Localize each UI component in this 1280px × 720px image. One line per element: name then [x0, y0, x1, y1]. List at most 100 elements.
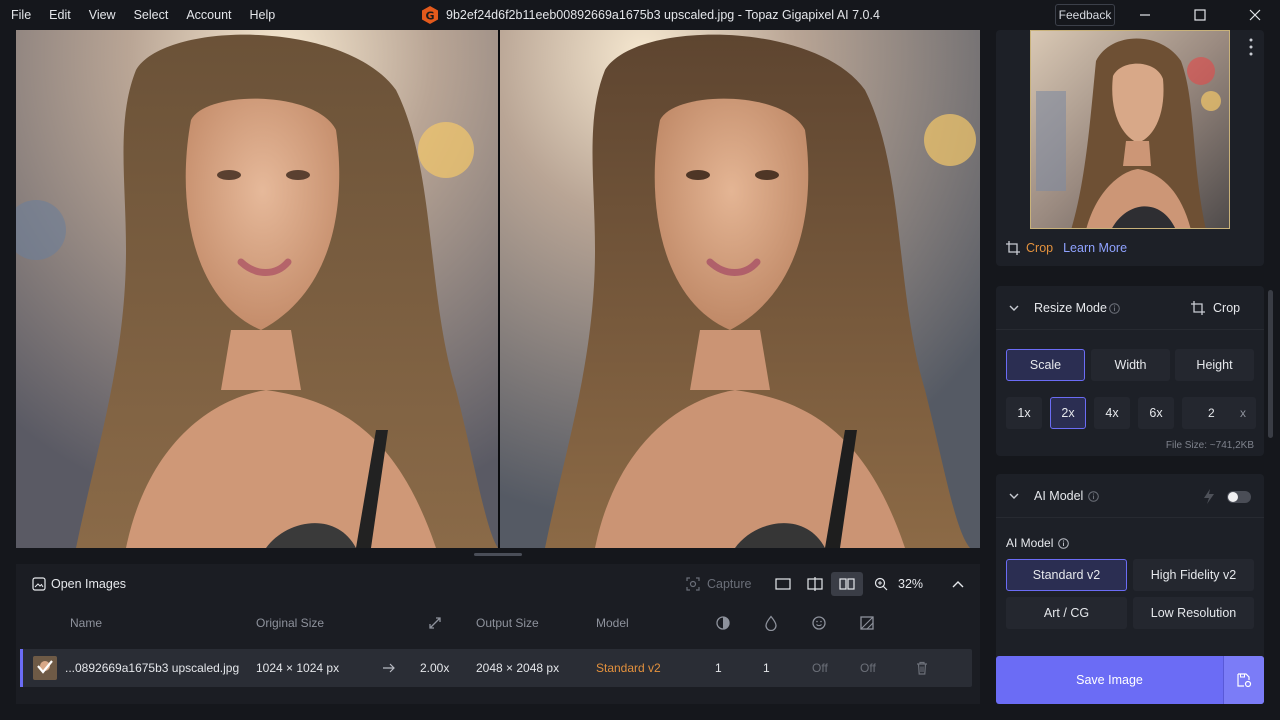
chevron-down-icon[interactable]: [1008, 302, 1020, 314]
original-preview[interactable]: [16, 30, 498, 548]
row-color-correction-value: Off: [860, 661, 876, 675]
collapse-panel-button[interactable]: [946, 572, 970, 596]
row-scale[interactable]: 2.00x: [420, 649, 449, 687]
resize-crop-button[interactable]: Crop: [1191, 298, 1240, 318]
capture-icon: [686, 577, 700, 591]
export-settings-button[interactable]: [1223, 656, 1264, 704]
settings-scrollbar[interactable]: [1268, 290, 1273, 438]
navigator-card: Crop Learn More: [996, 30, 1264, 266]
app-logo-letter: G: [425, 10, 434, 23]
panel-resize-handle[interactable]: [474, 553, 522, 556]
row-thumbnail-image: [33, 656, 57, 680]
capture-button[interactable]: Capture: [686, 572, 751, 596]
minimize-button[interactable]: [1130, 0, 1160, 30]
maximize-icon: [1194, 9, 1206, 21]
side-by-side-icon: [839, 578, 855, 590]
menu-account[interactable]: Account: [177, 0, 240, 30]
row-original-size: 1024 × 1024 px: [256, 661, 340, 675]
export-settings-icon: [1237, 673, 1252, 688]
ai-model-label-row: AI Model: [1006, 536, 1070, 550]
scale-4x-button[interactable]: 4x: [1094, 397, 1130, 429]
window-title: G 9b2ef24d6f2b11eeb00892669a1675b3 upsca…: [420, 0, 880, 30]
row-face-recovery-value: Off: [812, 661, 828, 675]
menu-view[interactable]: View: [80, 0, 125, 30]
ai-model-title: AI Model: [1034, 489, 1084, 503]
feedback-button[interactable]: Feedback: [1055, 4, 1115, 26]
minimize-icon: [1140, 14, 1150, 16]
resize-mode-title: Resize Mode: [1034, 301, 1107, 315]
menu-edit[interactable]: Edit: [40, 0, 80, 30]
face-recovery-icon: [812, 616, 826, 630]
header-model[interactable]: Model: [596, 608, 629, 638]
crop-icon: [1191, 301, 1205, 315]
upscaled-preview[interactable]: [500, 30, 980, 548]
zoom-control[interactable]: 32%: [874, 572, 923, 596]
close-icon: [1249, 9, 1261, 21]
more-options-icon[interactable]: [1248, 38, 1254, 56]
denoise-icon: [716, 616, 730, 630]
learn-more-link[interactable]: Learn More: [1063, 241, 1127, 255]
scale-2x-button[interactable]: 2x: [1050, 397, 1086, 429]
resize-crop-label: Crop: [1213, 301, 1241, 315]
model-low-resolution-button[interactable]: Low Resolution: [1133, 597, 1254, 629]
row-file-name: ...0892669a1675b3 upscaled.jpg: [65, 661, 240, 675]
mode-scale-button[interactable]: Scale: [1006, 349, 1085, 381]
save-image-button[interactable]: Save Image: [996, 656, 1264, 704]
menu-help[interactable]: Help: [241, 0, 285, 30]
auto-model-toggle[interactable]: [1227, 491, 1251, 503]
resize-mode-header[interactable]: Resize Mode Crop: [996, 286, 1264, 330]
file-size-estimate: File Size: ~741,2KB: [1165, 440, 1254, 451]
split-view-button[interactable]: [799, 572, 831, 596]
chevron-up-icon: [952, 581, 964, 588]
resize-mode-card: Resize Mode Crop Scale Width Height 1x 2…: [996, 286, 1264, 456]
header-name[interactable]: Name: [70, 608, 102, 638]
row-output-size: 2048 × 2048 px: [476, 661, 560, 675]
ai-model-card: AI Model AI Model Standard v2 High Fidel…: [996, 474, 1264, 674]
row-thumbnail: [33, 656, 57, 680]
close-button[interactable]: [1240, 0, 1270, 30]
mode-height-button[interactable]: Height: [1175, 349, 1254, 381]
table-row[interactable]: ...0892669a1675b3 upscaled.jpg 1024 × 10…: [20, 649, 972, 687]
menu-select[interactable]: Select: [125, 0, 178, 30]
side-by-side-view-button[interactable]: [831, 572, 863, 596]
model-high-fidelity-v2-button[interactable]: High Fidelity v2: [1133, 559, 1254, 591]
open-images-button[interactable]: Open Images: [26, 572, 132, 596]
scale-6x-button[interactable]: 6x: [1138, 397, 1174, 429]
upscaled-photo: [500, 30, 980, 548]
info-icon[interactable]: [1088, 491, 1099, 502]
chevron-down-icon[interactable]: [1008, 490, 1020, 502]
menu-bar: File Edit View Select Account Help: [0, 0, 284, 30]
arrow-right-icon: [383, 663, 395, 673]
header-output-size[interactable]: Output Size: [476, 608, 539, 638]
ai-model-header[interactable]: AI Model: [996, 474, 1264, 518]
trash-icon[interactable]: [916, 661, 928, 675]
info-icon[interactable]: [1058, 537, 1070, 549]
custom-scale-value: 2: [1208, 406, 1215, 420]
ai-model-label: AI Model: [1006, 536, 1054, 550]
original-photo: [16, 30, 498, 548]
model-standard-v2-button[interactable]: Standard v2: [1006, 559, 1127, 591]
navigator-thumbnail[interactable]: [1030, 30, 1230, 229]
row-sharpen-value: 1: [763, 661, 770, 675]
image-queue-panel: Open Images Capture 32% Name Original Si…: [16, 564, 980, 704]
single-view-button[interactable]: [767, 572, 799, 596]
row-model[interactable]: Standard v2: [596, 649, 661, 687]
model-art-cg-button[interactable]: Art / CG: [1006, 597, 1127, 629]
window-title-text: 9b2ef24d6f2b11eeb00892669a1675b3 upscale…: [446, 8, 880, 22]
custom-scale-input[interactable]: 2 x: [1182, 397, 1256, 429]
mode-width-button[interactable]: Width: [1091, 349, 1170, 381]
maximize-button[interactable]: [1185, 0, 1215, 30]
title-bar: File Edit View Select Account Help G 9b2…: [0, 0, 1280, 30]
menu-file[interactable]: File: [2, 0, 40, 30]
single-view-icon: [775, 578, 791, 590]
split-view-icon: [807, 577, 823, 591]
scale-1x-button[interactable]: 1x: [1006, 397, 1042, 429]
crop-icon[interactable]: [1006, 241, 1020, 255]
color-correction-icon: [860, 616, 874, 630]
crop-link[interactable]: Crop: [1026, 241, 1053, 255]
info-icon[interactable]: [1109, 303, 1120, 314]
queue-table-header: Name Original Size Output Size Model: [16, 608, 980, 638]
comparison-preview[interactable]: [16, 30, 980, 548]
header-original-size[interactable]: Original Size: [256, 608, 324, 638]
open-images-label: Open Images: [51, 577, 127, 591]
